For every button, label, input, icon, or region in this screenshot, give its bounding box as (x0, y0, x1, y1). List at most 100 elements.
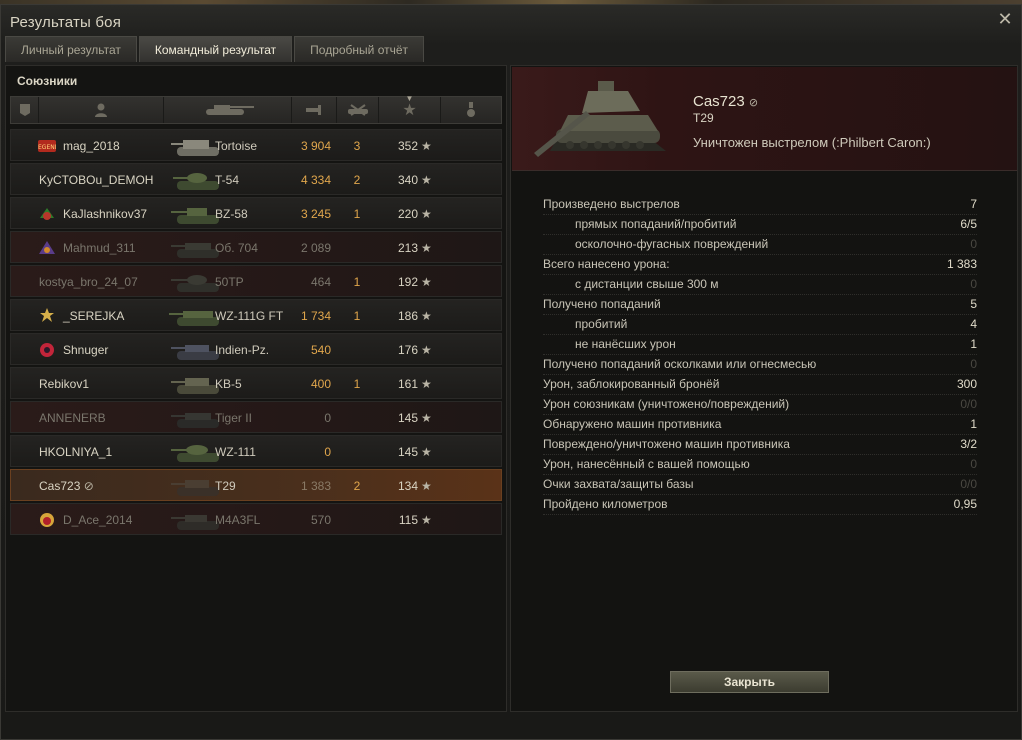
stat-row: Пройдено километров 0,95 (543, 495, 977, 515)
kills-value: 1 (353, 377, 361, 391)
clan-badge-icon (40, 343, 54, 357)
table-row[interactable]: Mahmud_311 Об. 704 2 089 213 ★ (10, 231, 502, 263)
vehicle-name: 50TP (215, 275, 244, 289)
table-row-self[interactable]: Cas723 ⊘ T29 1 383 2 134 ★ (10, 469, 502, 501)
player-name: _SEREJKA (63, 309, 125, 323)
damage-value: 570 (310, 513, 331, 527)
xp-value: 352 (397, 139, 418, 153)
tab-team[interactable]: Командный результат (138, 36, 293, 62)
clan-badge-icon (40, 208, 54, 220)
vehicle-name: Tiger II (215, 411, 252, 425)
stat-value: 1 383 (946, 257, 977, 271)
vehicle-name: BZ-58 (215, 207, 248, 221)
damage-value: 1 734 (300, 309, 331, 323)
tab-detailed[interactable]: Подробный отчёт (294, 36, 425, 62)
table-row[interactable]: kostya_bro_24_07 50TP 464 1 192 ★ (10, 265, 502, 297)
kills-column-header[interactable] (337, 97, 379, 123)
damage-column-header[interactable] (292, 97, 337, 123)
table-row[interactable]: KyCTOBOu_DEMOH T-54 4 334 2 340 ★ (10, 163, 502, 195)
stat-label: Произведено выстрелов (543, 197, 680, 211)
stat-label: не нанёсших урон (575, 337, 676, 351)
stat-value: 4 (970, 317, 977, 331)
stat-label: Обнаружено машин противника (543, 417, 722, 431)
stat-row: Всего нанесено урона: 1 383 (543, 255, 977, 275)
stat-value: 300 (956, 377, 977, 391)
tank-image (534, 81, 666, 157)
kills-value: 1 (353, 275, 361, 289)
eye-off-icon: ⊘ (748, 97, 759, 109)
player-name: kostya_bro_24_07 (39, 275, 138, 289)
stat-label: Очки захвата/защиты базы (543, 477, 694, 491)
table-row[interactable]: LEGEND mag_2018 Tortoise 3 904 3 352 ★ (10, 129, 502, 161)
damage-value: 540 (310, 343, 331, 357)
stat-label: Урон союзникам (уничтожено/повреждений) (543, 397, 790, 411)
detail-tank-name: T29 (693, 111, 714, 125)
allies-list: LEGEND mag_2018 Tortoise 3 904 3 352 ★ K… (10, 129, 502, 537)
stat-label: Получено попаданий осколками или огнесме… (543, 357, 817, 371)
stat-row: Очки захвата/защиты базы 0/0 (543, 475, 977, 495)
kills-value: 2 (353, 173, 361, 187)
stat-label: пробитий (575, 317, 628, 331)
xp-column-header[interactable]: ▼ ★ (379, 94, 441, 123)
stat-label: Урон, заблокированный бронёй (543, 377, 720, 391)
kills-icon (347, 104, 368, 116)
xp-value: 213 (397, 241, 418, 255)
damage-value: 1 383 (300, 479, 331, 493)
table-row[interactable]: Shnuger Indien-Pz. 540 176 ★ (10, 333, 502, 365)
sort-arrow-icon: ▼ (405, 94, 414, 103)
table-row[interactable]: ANNENERB Tiger II 0 145 ★ (10, 401, 502, 433)
stat-row: не нанёсших урон 1 (543, 335, 977, 355)
xp-star-icon: ★ (421, 173, 432, 187)
table-row[interactable]: D_Ace_2014 M4A3FL 570 115 ★ (10, 503, 502, 535)
damage-value: 0 (324, 445, 331, 459)
table-row[interactable]: _SEREJKA WZ-111G FT 1 734 1 186 ★ (10, 299, 502, 331)
vehicle-name: Indien-Pz. (215, 343, 270, 357)
table-row[interactable]: Rebikov1 KB-5 400 1 161 ★ (10, 367, 502, 399)
stat-value: 0/0 (960, 477, 977, 491)
xp-value: 134 (397, 479, 418, 493)
player-name: ANNENERB (39, 411, 106, 425)
allies-title: Союзники (17, 74, 78, 88)
player-column-header[interactable] (39, 97, 164, 123)
battle-results-window: Результаты боя ✕ Личный результат Команд… (0, 4, 1022, 740)
kills-value: 1 (353, 309, 361, 323)
player-name: HKOLNIYA_1 (39, 445, 113, 459)
stat-row: осколочно-фугасных повреждений 0 (543, 235, 977, 255)
table-row[interactable]: KaJlashnikov37 BZ-58 3 245 1 220 ★ (10, 197, 502, 229)
stat-value: 0 (970, 277, 977, 291)
vehicle-name: WZ-111G FT (215, 309, 284, 323)
medal-icon (467, 102, 475, 117)
player-name: Cas723 ⊘ (39, 470, 94, 502)
vehicle-icon (205, 105, 254, 115)
player-detail-panel: Cas723 ⊘ T29 Уничтожен выстрелом (:Philb… (510, 65, 1018, 712)
close-button[interactable]: Закрыть (670, 671, 829, 693)
stat-row: Урон союзникам (уничтожено/повреждений) 0… (543, 395, 977, 415)
stat-label: Пройдено километров (543, 497, 668, 511)
player-name: mag_2018 (63, 139, 120, 153)
stat-row: Произведено выстрелов 7 (543, 195, 977, 215)
close-icon[interactable]: ✕ (997, 10, 1013, 28)
squad-column-header[interactable] (11, 97, 39, 123)
player-name-text: Cas723 (39, 479, 81, 493)
tab-personal[interactable]: Личный результат (5, 36, 137, 62)
stat-value: 0/0 (960, 397, 977, 411)
xp-star-icon: ★ (421, 241, 432, 255)
vehicle-column-header[interactable] (164, 97, 292, 123)
table-row[interactable]: HKOLNIYA_1 WZ-111 0 145 ★ (10, 435, 502, 467)
stat-label: Всего нанесено урона: (543, 257, 670, 271)
xp-star-icon: ★ (421, 445, 432, 459)
xp-value: 145 (397, 445, 418, 459)
stat-row: Обнаружено машин противника 1 (543, 415, 977, 435)
allies-panel: Союзники ▼ ★ EGEN mag_2018 Tortoise 3 90… (5, 65, 507, 712)
stat-label: осколочно-фугасных повреждений (575, 237, 769, 251)
xp-star-icon: ★ (421, 343, 432, 357)
stat-row: прямых попаданий/пробитий 6/5 (543, 215, 977, 235)
stat-label: Урон, нанесённый с вашей помощью (543, 457, 750, 471)
stats-list: Произведено выстрелов 7 прямых попаданий/… (543, 195, 977, 515)
player-name: Mahmud_311 (63, 241, 136, 255)
player-name: Rebikov1 (39, 377, 90, 391)
medal-column-header[interactable] (441, 97, 501, 123)
table-header: ▼ ★ (10, 94, 502, 124)
stat-value: 0 (970, 237, 977, 251)
xp-star-icon: ★ (421, 513, 432, 527)
